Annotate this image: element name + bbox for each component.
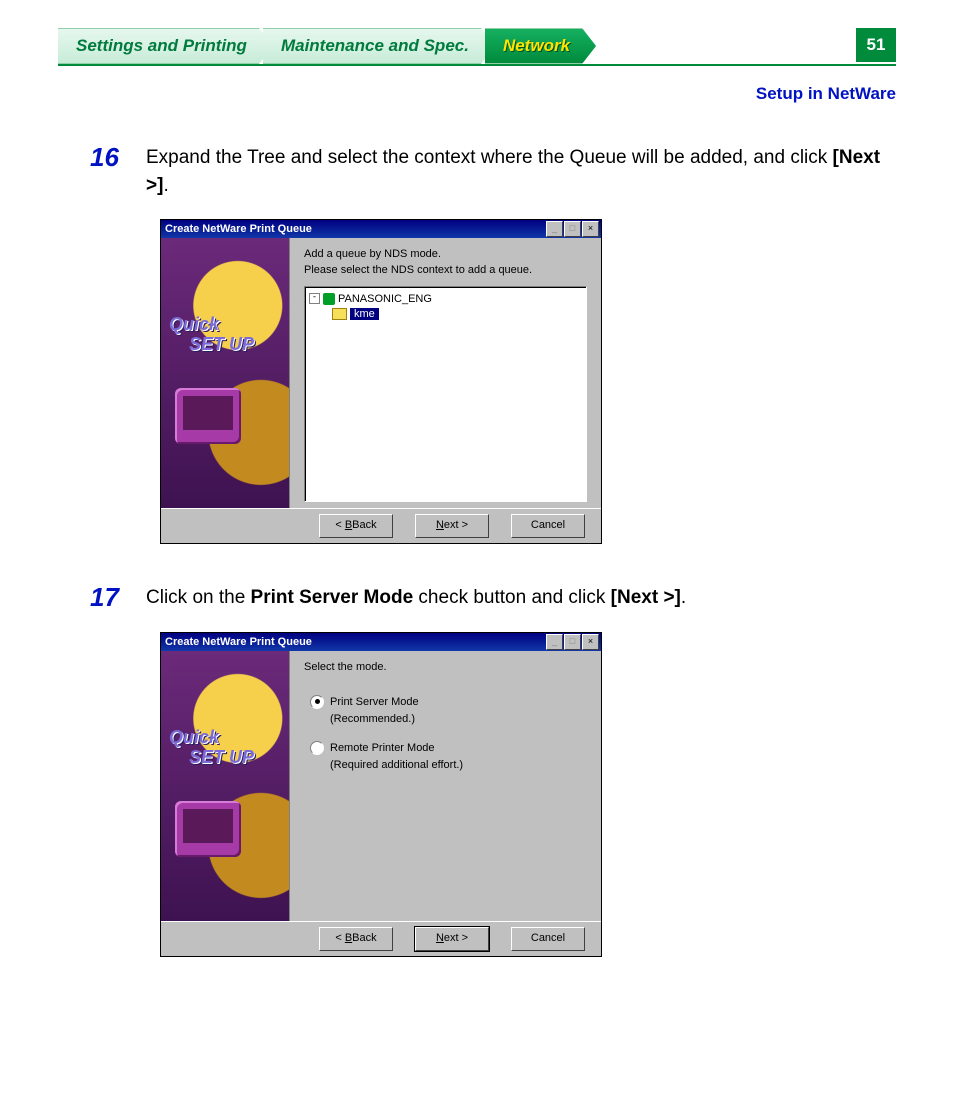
tree-root-icon xyxy=(323,293,335,305)
tree-child-row[interactable]: kme xyxy=(309,306,582,321)
tree-root-row[interactable]: - PANASONIC_ENG xyxy=(309,291,582,306)
dialog-sidebar-graphic: Quick SET UP xyxy=(161,651,290,921)
radio-label: Remote Printer Mode xyxy=(330,742,435,754)
back-label-rest: Back xyxy=(352,932,376,944)
step-16: 16 Expand the Tree and select the contex… xyxy=(90,144,896,199)
back-button[interactable]: < BBack xyxy=(319,514,393,538)
step-text: Click on the Print Server Mode check but… xyxy=(146,584,686,612)
step-text-post: . xyxy=(681,587,686,608)
step-text-bold2: [Next >] xyxy=(611,587,681,608)
back-button[interactable]: < BBack xyxy=(319,927,393,951)
step-number: 17 xyxy=(90,584,128,612)
tab-maintenance-spec[interactable]: Maintenance and Spec. xyxy=(263,28,495,64)
dialog-button-bar: < BBack Next > Cancel xyxy=(161,921,601,956)
dialog-body: Quick SET UP Select the mode. Print Serv… xyxy=(161,651,601,921)
mode-radio-group: Print Server Mode (Recommended.) Remote … xyxy=(310,695,587,787)
tree-collapse-toggle[interactable]: - xyxy=(309,293,320,304)
instruction-line-1: Add a queue by NDS mode. xyxy=(304,248,587,260)
next-hotkey: N xyxy=(436,932,444,944)
dialog-title: Create NetWare Print Queue xyxy=(165,223,545,235)
instruction-line-1: Select the mode. xyxy=(304,661,587,673)
tab-network[interactable]: Network xyxy=(485,28,596,64)
folder-icon xyxy=(332,308,347,320)
sidebar-monitor-graphic xyxy=(175,388,241,444)
minimize-button[interactable]: _ xyxy=(546,634,563,650)
dialog-titlebar: Create NetWare Print Queue _ □ × xyxy=(161,633,601,651)
next-button[interactable]: Next > xyxy=(415,514,489,538)
next-label-rest: ext > xyxy=(444,519,468,531)
next-label-rest: ext > xyxy=(444,932,468,944)
radio-icon[interactable] xyxy=(310,695,324,709)
step-text-pre: Expand the Tree and select the context w… xyxy=(146,147,833,168)
dialog-create-queue-step16: Create NetWare Print Queue _ □ × Quick S… xyxy=(160,219,602,544)
dialog-title: Create NetWare Print Queue xyxy=(165,636,545,648)
maximize-button[interactable]: □ xyxy=(564,634,581,650)
radio-remote-printer-sub: (Required additional effort.) xyxy=(330,759,587,771)
close-button[interactable]: × xyxy=(582,634,599,650)
tree-indent xyxy=(309,313,329,314)
header-tabs: Settings and Printing Maintenance and Sp… xyxy=(0,0,954,64)
radio-remote-printer-mode[interactable]: Remote Printer Mode xyxy=(310,741,587,755)
step-text-bold: Print Server Mode xyxy=(251,587,414,608)
radio-label: Print Server Mode xyxy=(330,696,419,708)
next-button[interactable]: Next > xyxy=(415,927,489,951)
dialog-button-bar: < BBack Next > Cancel xyxy=(161,508,601,543)
tab-settings-printing[interactable]: Settings and Printing xyxy=(58,28,273,64)
sidebar-setup-label: SET UP xyxy=(189,747,254,768)
close-button[interactable]: × xyxy=(582,221,599,237)
back-arrow-prefix: < xyxy=(335,932,344,944)
sidebar-quick-label: Quick xyxy=(169,727,219,748)
minimize-button[interactable]: _ xyxy=(546,221,563,237)
radio-print-server-mode[interactable]: Print Server Mode xyxy=(310,695,587,709)
step-text: Expand the Tree and select the context w… xyxy=(146,144,896,199)
instruction-line-2: Please select the NDS context to add a q… xyxy=(304,264,587,276)
back-arrow-prefix: < xyxy=(335,519,344,531)
step-17: 17 Click on the Print Server Mode check … xyxy=(90,584,896,612)
back-label-rest: Back xyxy=(352,519,376,531)
section-title: Setup in NetWare xyxy=(0,84,896,104)
sidebar-setup-label: SET UP xyxy=(189,334,254,355)
page-number: 51 xyxy=(856,28,896,62)
next-hotkey: N xyxy=(436,519,444,531)
cancel-button[interactable]: Cancel xyxy=(511,514,585,538)
dialog-content: Add a queue by NDS mode. Please select t… xyxy=(290,238,601,508)
radio-print-server-sub: (Recommended.) xyxy=(330,713,587,725)
dialog-sidebar-graphic: Quick SET UP xyxy=(161,238,290,508)
sidebar-quick-label: Quick xyxy=(169,314,219,335)
nds-tree-view[interactable]: - PANASONIC_ENG kme xyxy=(304,286,587,502)
dialog-create-queue-step17: Create NetWare Print Queue _ □ × Quick S… xyxy=(160,632,602,957)
step-text-mid: check button and click xyxy=(413,587,611,608)
radio-icon[interactable] xyxy=(310,741,324,755)
tree-selected-label: kme xyxy=(350,308,379,320)
step-text-post: . xyxy=(163,175,168,196)
cancel-button[interactable]: Cancel xyxy=(511,927,585,951)
tree-root-label: PANASONIC_ENG xyxy=(338,293,432,305)
dialog-body: Quick SET UP Add a queue by NDS mode. Pl… xyxy=(161,238,601,508)
dialog-content: Select the mode. Print Server Mode (Reco… xyxy=(290,651,601,921)
dialog-titlebar: Create NetWare Print Queue _ □ × xyxy=(161,220,601,238)
step-number: 16 xyxy=(90,144,128,199)
maximize-button[interactable]: □ xyxy=(564,221,581,237)
sidebar-monitor-graphic xyxy=(175,801,241,857)
step-text-pre: Click on the xyxy=(146,587,251,608)
header-rule xyxy=(58,64,896,66)
manual-page: Settings and Printing Maintenance and Sp… xyxy=(0,0,954,1057)
